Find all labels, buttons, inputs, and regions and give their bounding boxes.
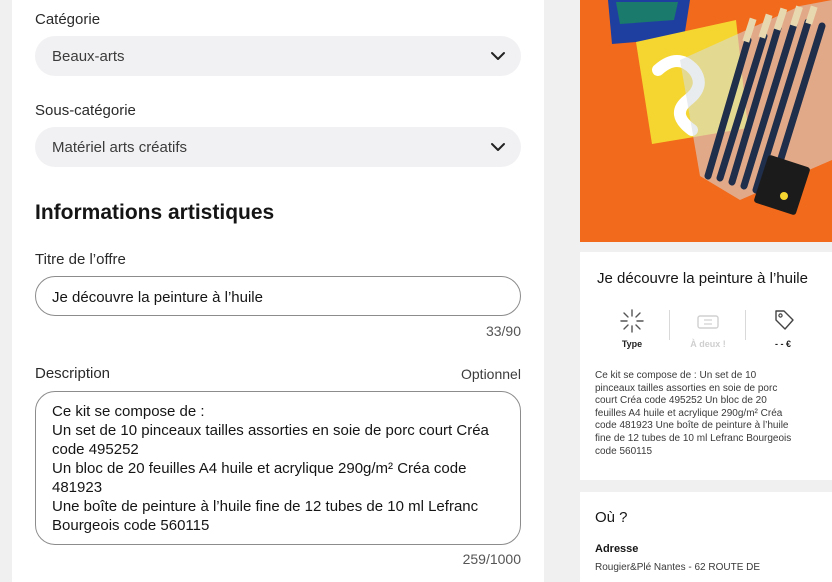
description-line: Une boîte de peinture à l’huile fine de … <box>52 498 479 515</box>
offer-image <box>580 0 832 242</box>
paint-brushes-image <box>580 0 832 242</box>
preview-description-line: court Créa code 495252 Un bloc de 20 <box>595 395 767 407</box>
description-line: 481923 <box>52 479 103 496</box>
description-line: Bourgeois code 560115 <box>52 517 210 534</box>
address-label: Adresse <box>595 543 639 555</box>
category-select[interactable]: Beaux-arts <box>35 36 521 76</box>
description-char-counter: 259/1000 <box>462 551 521 567</box>
chevron-down-icon <box>491 52 505 60</box>
description-line: Un set de 10 pinceaux tailles assorties … <box>52 422 489 439</box>
preview-description: Ce kit se compose de : Un set de 10 pinc… <box>595 370 820 458</box>
subcategory-label: Sous-catégorie <box>35 102 136 119</box>
preview-title: Je découvre la peinture à l’huile <box>597 270 808 287</box>
description-line: code 495252 <box>52 441 139 458</box>
description-label: Description <box>35 365 111 382</box>
sparkle-icon <box>620 309 644 333</box>
preview-description-line: code 481923 Une boîte de peinture à l’hu… <box>595 420 789 432</box>
preview-description-line: code 560115 <box>595 445 653 457</box>
offer-title-label: Titre de l’offre <box>35 251 126 268</box>
section-title: Informations artistiques <box>35 201 275 224</box>
divider <box>745 310 746 340</box>
offer-title-input[interactable]: Je découvre la peinture à l’huile <box>35 276 521 316</box>
offer-title-value: Je découvre la peinture à l’huile <box>52 289 263 306</box>
title-char-counter: 33/90 <box>485 323 521 339</box>
category-label: Catégorie <box>35 11 101 28</box>
where-section: Où ? Adresse Rougier&Plé Nantes - 62 ROU… <box>580 492 832 582</box>
preview-card: Je découvre la peinture à l’huile Type À… <box>580 252 832 480</box>
description-line: Ce kit se compose de : <box>52 403 205 420</box>
where-title: Où ? <box>595 509 628 526</box>
preview-description-line: fine de 12 tubes de 10 ml Lefranc Bourge… <box>595 432 792 444</box>
subcategory-value: Matériel arts créatifs <box>52 139 188 156</box>
chevron-down-icon <box>491 143 505 151</box>
price-tag-icon <box>775 310 794 330</box>
preview-description-line: pinceaux tailles assorties en soie de po… <box>595 382 778 394</box>
optional-hint: Optionnel <box>461 366 521 382</box>
address-value: Rougier&Plé Nantes - 62 ROUTE DE <box>595 562 761 573</box>
preview-description-line: Ce kit se compose de : Un set de 10 <box>595 370 757 381</box>
category-value: Beaux-arts <box>52 48 125 65</box>
offer-preview: Je découvre la peinture à l’huile Type À… <box>580 0 832 582</box>
offer-form: Catégorie Beaux-arts Sous-catégorie Maté… <box>12 0 544 582</box>
description-line: Un bloc de 20 feuilles A4 huile et acryl… <box>52 460 467 477</box>
ticket-icon <box>697 315 719 329</box>
meta-price-label: - - € <box>774 339 791 349</box>
meta-duo-label: À deux ! <box>690 339 726 349</box>
description-textarea[interactable]: Ce kit se compose de : Un set de 10 pinc… <box>35 391 521 545</box>
subcategory-select[interactable]: Matériel arts créatifs <box>35 127 521 167</box>
meta-type-label: Type <box>621 339 643 349</box>
preview-description-line: feuilles A4 huile et acrylique 290g/m² C… <box>595 407 783 419</box>
divider <box>669 310 670 340</box>
